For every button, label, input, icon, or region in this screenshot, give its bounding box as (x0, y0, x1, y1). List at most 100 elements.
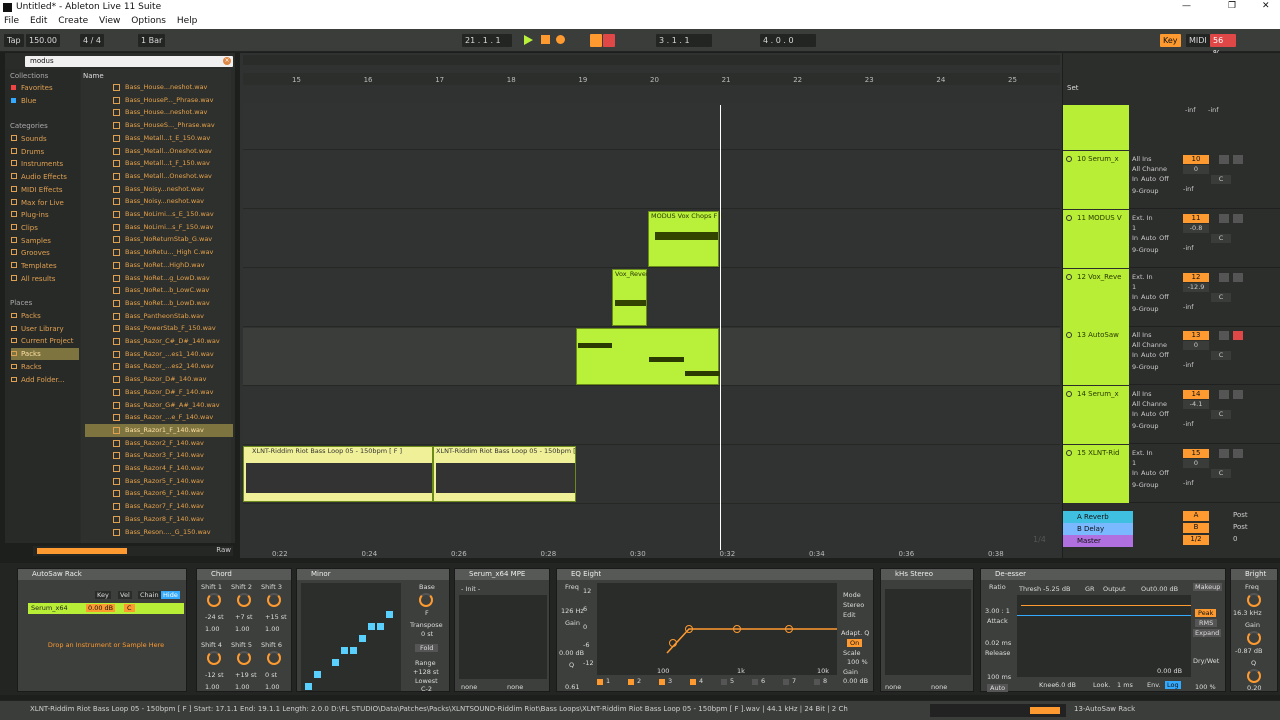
rack-chain-button[interactable]: Chain (138, 591, 161, 599)
tap-button[interactable]: Tap (4, 34, 24, 47)
file-item[interactable]: Bass_Razor_...e_F_140.wav (85, 411, 233, 424)
pan-field[interactable]: C (1211, 292, 1231, 302)
ratio-value[interactable]: 3.00 : 1 (985, 607, 1010, 615)
output-menu[interactable]: 9-Group (1132, 481, 1159, 489)
eq-band-toggle[interactable] (659, 679, 665, 685)
input-channel-menu[interactable]: 1 (1132, 459, 1136, 467)
lowest-value[interactable]: C-2 (421, 685, 432, 693)
file-item[interactable]: Bass_Noisy...neshot.wav (85, 183, 233, 196)
monitor-auto[interactable]: Auto (1141, 410, 1156, 418)
file-item[interactable]: Bass_NoRet...g_LowD.wav (85, 272, 233, 285)
category-audio-effects[interactable]: Audio Effects (11, 171, 67, 183)
track-activator[interactable]: 11 (1183, 213, 1209, 223)
category-max-for-live[interactable]: Max for Live (11, 197, 64, 209)
overview-strip[interactable] (243, 55, 1060, 65)
stop-icon[interactable] (541, 35, 550, 44)
output-menu[interactable]: 9-Group (1132, 363, 1159, 371)
monitor-auto[interactable]: Auto (1141, 234, 1156, 242)
track-header[interactable]: 14 Serum_x (1063, 386, 1129, 445)
shift-value[interactable]: -12 st (205, 671, 224, 679)
output-menu[interactable]: 9-Group (1132, 422, 1159, 430)
category-all-results[interactable]: All results (11, 273, 55, 285)
solo-button[interactable] (1219, 331, 1229, 341)
pan-field[interactable]: C (1211, 175, 1231, 184)
pan-field[interactable]: C (1211, 233, 1231, 243)
clip-vox-reverse[interactable]: Vox_Rever (612, 269, 649, 326)
shift-knob[interactable] (267, 651, 281, 665)
device-eq-eight[interactable]: EQ Eight Freq 126 Hz Gain 0.00 dB Q 0.61… (556, 568, 874, 692)
output-menu[interactable]: 9-Group (1132, 305, 1159, 313)
arm-button[interactable] (1233, 213, 1243, 223)
track-header[interactable]: 15 XLNT-Rid (1063, 445, 1129, 503)
input-type-menu[interactable]: All Ins (1132, 331, 1152, 339)
volume-field[interactable]: -12.9 (1183, 282, 1209, 292)
file-item[interactable]: Bass_Razor8_F_140.wav (85, 513, 233, 526)
monitor-buttons[interactable]: In Auto Off (1132, 234, 1172, 242)
menu-options[interactable]: Options (127, 15, 170, 27)
file-item[interactable]: Bass_HouseS..._Phrase.wav (85, 119, 233, 132)
eq-band-toggle[interactable] (597, 679, 603, 685)
loop-start-field[interactable]: 3 . 1 . 1 (656, 34, 712, 47)
peak-button[interactable]: Peak (1195, 609, 1217, 617)
expand-button[interactable]: Expand (1193, 629, 1222, 637)
shift-value[interactable]: +7 st (235, 613, 253, 621)
place-add-folder-[interactable]: Add Folder... (11, 374, 64, 386)
monitor-buttons[interactable]: In Auto Off (1132, 293, 1172, 301)
chain-volume[interactable]: 0.00 dB (86, 604, 116, 612)
track-activator[interactable]: 13 (1183, 331, 1209, 341)
khs-plugin-area[interactable] (885, 589, 971, 675)
serum-preset[interactable]: - Init - (461, 585, 480, 593)
look-value[interactable]: 1 ms (1117, 681, 1133, 689)
device-serum[interactable]: Serum_x64 MPE - Init - none none (454, 568, 550, 692)
deesser-display[interactable] (1017, 595, 1191, 677)
loop-length-field[interactable]: 4 . 0 . 0 (760, 34, 816, 47)
volume-field[interactable]: 0 (1183, 459, 1209, 468)
category-grooves[interactable]: Grooves (11, 247, 50, 259)
eq-band-toggle[interactable] (814, 679, 820, 685)
track-fold-icon[interactable] (1066, 214, 1072, 221)
clear-search-icon[interactable]: × (223, 57, 231, 65)
eq-band-toggle[interactable] (752, 679, 758, 685)
return-mode[interactable]: Post (1233, 511, 1248, 519)
category-sounds[interactable]: Sounds (11, 133, 47, 145)
search-input[interactable]: modus × (25, 56, 233, 67)
eq-band-toggle[interactable] (690, 679, 696, 685)
track-header[interactable]: 13 AutoSaw (1063, 327, 1129, 386)
range-value[interactable]: +128 st (413, 668, 439, 676)
scale-cell[interactable] (377, 623, 384, 630)
shift-velocity[interactable]: 1.00 (205, 625, 219, 633)
return-mode[interactable]: Post (1233, 523, 1248, 531)
file-item[interactable]: Bass_Razor_C#_D#_140.wav (85, 335, 233, 348)
volume-field[interactable]: 0 (1183, 165, 1209, 174)
chain-row[interactable]: Serum_x64 0.00 dB C (28, 603, 184, 614)
file-item[interactable]: Bass_NoRet...b_LowC.wav (85, 284, 233, 297)
input-channel-menu[interactable]: All Channe (1132, 341, 1167, 349)
track-lane-top[interactable] (243, 103, 1060, 150)
device-minor[interactable]: Minor Base F Transpose 0 st Fold Range +… (296, 568, 450, 693)
shift-value[interactable]: +19 st (235, 671, 257, 679)
drywet-value[interactable]: 100 % (1195, 683, 1216, 691)
preview-bar[interactable]: Raw (33, 546, 233, 556)
arm-button[interactable] (1233, 155, 1243, 164)
monitor-in[interactable]: In (1132, 234, 1138, 242)
shift-velocity[interactable]: 1.00 (265, 683, 279, 691)
shift-knob[interactable] (237, 651, 251, 665)
category-plug-ins[interactable]: Plug-ins (11, 209, 49, 221)
device-khs-stereo[interactable]: kHs Stereo none none (880, 568, 974, 692)
file-item[interactable]: Bass_Metall...Oneshot.wav (85, 145, 233, 158)
collection-favorites[interactable]: Favorites (11, 82, 53, 94)
shift-value[interactable]: +15 st (265, 613, 287, 621)
monitor-auto[interactable]: Auto (1141, 293, 1156, 301)
return-letter[interactable]: A (1183, 511, 1209, 521)
position-field[interactable]: 21 . 1 . 1 (462, 34, 512, 47)
file-item[interactable]: Bass_HouseP..._Phrase.wav (85, 94, 233, 107)
release-value[interactable]: 100 ms (987, 673, 1011, 681)
overview-thumbnail[interactable] (930, 704, 1066, 717)
shift-velocity[interactable]: 1.00 (205, 683, 219, 691)
eq-stereo-menu[interactable]: Stereo (843, 601, 864, 609)
volume-field[interactable]: -0.8 (1183, 223, 1209, 233)
scale-cell[interactable] (350, 647, 357, 654)
arm-button[interactable] (1233, 272, 1243, 282)
monitor-in[interactable]: In (1132, 410, 1138, 418)
monitor-buttons[interactable]: In Auto Off (1132, 175, 1172, 183)
